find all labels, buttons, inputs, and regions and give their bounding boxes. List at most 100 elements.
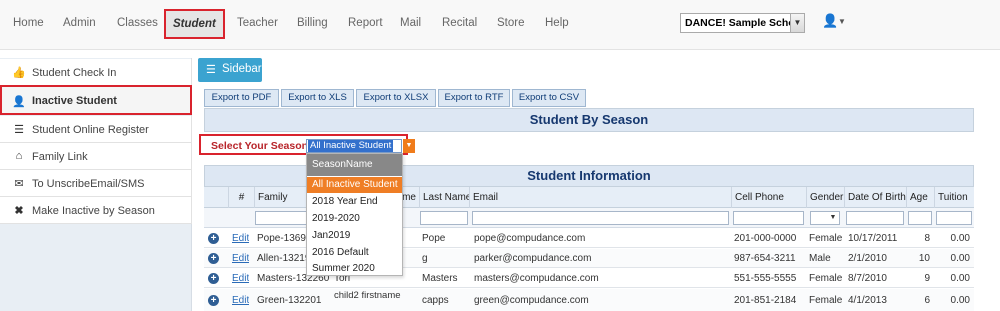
gender-cell: Female — [809, 295, 843, 306]
nav-billing[interactable]: Billing — [297, 17, 328, 29]
nav-admin[interactable]: Admin — [63, 17, 96, 29]
gender-cell: Female — [809, 233, 843, 244]
season-dropdown-header: SeasonName — [307, 154, 402, 176]
thumbs-up-icon: 👍 — [12, 67, 26, 79]
x-icon: ✖ — [14, 205, 24, 217]
export-xlsx-button[interactable]: Export to XLSX — [356, 89, 436, 107]
edit-link[interactable]: Edit — [232, 229, 249, 248]
home-icon: ⌂ — [15, 150, 23, 162]
dob-cell: 2/1/2010 — [848, 253, 887, 264]
gender-cell: Female — [809, 273, 843, 284]
sidebar-item-label: Make Inactive by Season — [32, 205, 155, 217]
nav-teacher[interactable]: Teacher — [237, 17, 278, 29]
table-row: + Edit Green-132201 child2 firstname cap… — [204, 289, 974, 311]
sidebar-item-label: To UnscribeEmail/SMS — [32, 178, 145, 190]
filter-tuition[interactable] — [936, 211, 972, 225]
col-last-name[interactable]: Last Name — [419, 187, 469, 208]
season-option[interactable]: All Inactive Student — [307, 177, 402, 193]
sidebar-item-inactive-student[interactable]: 👤 Inactive Student — [0, 85, 192, 115]
align-left-icon: ☰ — [206, 64, 216, 76]
season-dropdown: SeasonName All Inactive Student 2018 Yea… — [306, 153, 403, 276]
last-name-cell: g — [422, 253, 428, 264]
list-icon: ☰ — [14, 124, 24, 136]
edit-link[interactable]: Edit — [232, 289, 249, 311]
season-option[interactable]: Jan2019 — [307, 228, 402, 244]
age-cell: 9 — [924, 273, 930, 284]
edit-link[interactable]: Edit — [232, 269, 249, 288]
export-csv-button[interactable]: Export to CSV — [512, 89, 586, 107]
age-cell: 6 — [924, 295, 930, 306]
filter-age[interactable] — [908, 211, 932, 225]
sidebar-item-family-link[interactable]: ⌂ Family Link — [0, 143, 192, 170]
tuition-cell: 0.00 — [950, 295, 970, 306]
filter-email[interactable] — [472, 211, 729, 225]
sidebar-item-label: Inactive Student — [32, 95, 117, 107]
season-select-label: Select Your Seasons: — [211, 140, 318, 152]
tuition-cell: 0.00 — [950, 273, 970, 284]
col-cell-phone[interactable]: Cell Phone — [731, 187, 806, 208]
col-dob[interactable]: Date Of Birth — [844, 187, 906, 208]
last-name-cell: capps — [422, 295, 449, 306]
filter-cell-phone[interactable] — [733, 211, 804, 225]
season-panel-title: Student By Season — [204, 108, 974, 132]
filter-last-name[interactable] — [420, 211, 468, 225]
season-option[interactable]: Summer 2020 — [307, 261, 402, 277]
dob-cell: 10/17/2011 — [848, 233, 898, 244]
chevron-down-icon[interactable]: ▼ — [828, 212, 838, 224]
season-select-value: All Inactive Student — [308, 140, 394, 152]
nav-recital[interactable]: Recital — [442, 17, 477, 29]
sidebar-item-label: Student Check In — [32, 67, 117, 79]
nav-mail[interactable]: Mail — [400, 17, 421, 29]
export-rtf-button[interactable]: Export to RTF — [438, 89, 510, 107]
phone-cell: 201-851-2184 — [734, 295, 797, 306]
phone-cell: 987-654-3211 — [734, 253, 796, 264]
sidebar-item-online-register[interactable]: ☰ Student Online Register — [0, 116, 192, 143]
last-name-cell: Masters — [422, 273, 458, 284]
col-tuition[interactable]: Tuition — [934, 187, 974, 208]
expand-icon[interactable]: + — [208, 253, 219, 264]
filter-dob[interactable] — [846, 211, 904, 225]
tuition-cell: 0.00 — [950, 233, 970, 244]
nav-report[interactable]: Report — [348, 17, 383, 29]
sidebar-item-label: Family Link — [32, 151, 88, 163]
email-cell: masters@compudance.com — [474, 273, 599, 284]
expand-icon[interactable]: + — [208, 273, 219, 284]
nav-store[interactable]: Store — [497, 17, 525, 29]
dob-cell: 4/1/2013 — [848, 295, 887, 306]
sidebar: 👍 Student Check In 👤 Inactive Student ☰ … — [0, 58, 192, 311]
nav-student[interactable]: Student — [164, 9, 225, 39]
chevron-down-icon[interactable]: ▼ — [403, 139, 415, 153]
season-option[interactable]: 2016 Default — [307, 245, 402, 261]
col-email[interactable]: Email — [469, 187, 731, 208]
sidebar-item-make-inactive[interactable]: ✖ Make Inactive by Season — [0, 197, 192, 224]
col-age[interactable]: Age — [906, 187, 934, 208]
expand-icon[interactable]: + — [208, 295, 219, 306]
col-gender[interactable]: Gender — [806, 187, 844, 208]
nav-classes[interactable]: Classes — [117, 17, 158, 29]
nav-help[interactable]: Help — [545, 17, 569, 29]
user-icon[interactable]: 👤 — [822, 13, 838, 29]
export-xls-button[interactable]: Export to XLS — [281, 89, 354, 107]
phone-cell: 551-555-5555 — [734, 273, 797, 284]
nav-home[interactable]: Home — [13, 17, 44, 29]
school-select[interactable]: DANCE! Sample School — [680, 13, 805, 33]
family-cell: Green-132201 — [257, 295, 322, 306]
caret-down-icon[interactable]: ▼ — [838, 17, 846, 26]
edit-link[interactable]: Edit — [232, 249, 249, 268]
envelope-icon: ✉ — [14, 178, 24, 190]
season-option[interactable]: 2018 Year End — [307, 194, 402, 210]
user-icon: 👤 — [12, 96, 26, 108]
phone-cell: 201-000-0000 — [734, 233, 797, 244]
expand-icon[interactable]: + — [208, 233, 219, 244]
sidebar-item-label: Student Online Register — [32, 124, 149, 136]
export-pdf-button[interactable]: Export to PDF — [204, 89, 279, 107]
season-select[interactable]: All Inactive Student — [306, 139, 402, 153]
chevron-down-icon[interactable]: ▼ — [790, 13, 805, 33]
col-number[interactable]: # — [228, 187, 254, 208]
top-nav: Home Admin Classes Student Teacher Billi… — [0, 0, 1000, 50]
sidebar-item-student-check-in[interactable]: 👍 Student Check In — [0, 59, 192, 86]
sidebar-toggle-button[interactable]: ☰ Sidebar — [198, 58, 262, 82]
sidebar-item-unsubscribe[interactable]: ✉ To UnscribeEmail/SMS — [0, 170, 192, 197]
email-cell: pope@compudance.com — [474, 233, 586, 244]
season-option[interactable]: 2019-2020 — [307, 211, 402, 227]
